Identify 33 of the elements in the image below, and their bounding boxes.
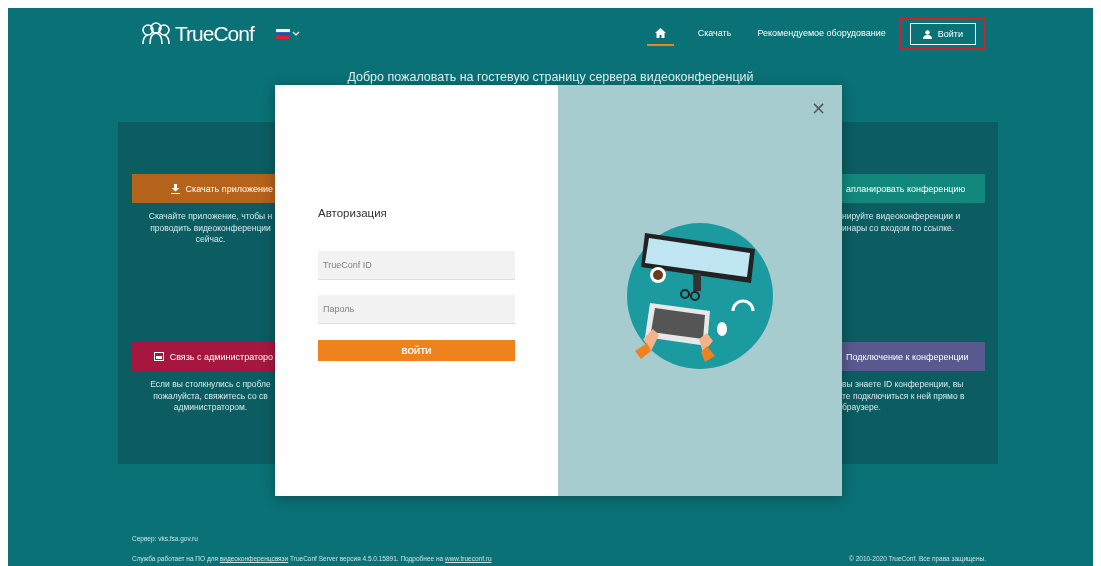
action-button[interactable]: апланировать конференцию [842, 174, 985, 203]
login-submit-button[interactable]: ВОЙТИ [318, 340, 515, 361]
close-button[interactable]: × [810, 99, 826, 117]
action-button[interactable]: Подключение к конференции [842, 342, 985, 371]
card-description: проводить видеоконференции [150, 222, 271, 234]
input-field[interactable]: Пароль [318, 295, 515, 324]
action-button[interactable]: Связь с администраторо [132, 342, 275, 371]
input-field[interactable]: TrueConf ID [318, 251, 515, 280]
card-description: инары со входом по ссылке. [842, 222, 955, 234]
nav-link[interactable]: Рекомендуемое оборудование [755, 22, 888, 46]
welcome-title: Добро пожаловать на гостевую страницу сервера видеоконференций [347, 70, 754, 86]
logo-icon [140, 22, 172, 46]
card-description: пожалуйста, свяжитесь со св [153, 390, 268, 402]
card-description: браузере. [842, 402, 881, 414]
chevron-down-icon [291, 31, 300, 37]
home-icon [654, 28, 666, 38]
card-description: сейчас. [195, 234, 226, 246]
flag-icon [275, 29, 290, 39]
form-title: Авторизация [318, 207, 388, 219]
card-description: вы знаете ID конференции, вы [842, 379, 964, 391]
login-button[interactable]: Войти [909, 23, 976, 45]
card-icon [153, 352, 164, 361]
card-description: те подключиться к ней прямо в [842, 390, 965, 402]
user-icon [922, 29, 932, 39]
logo-text: TrueConf [175, 22, 254, 46]
card-description: Если вы столкнулись с пробле [150, 379, 271, 391]
download-icon [170, 183, 180, 194]
card-description: нируйте видеоконференции и [842, 211, 961, 223]
language-selector[interactable] [275, 29, 300, 39]
nav-link[interactable]: Скачать [695, 22, 734, 46]
action-button[interactable]: Скачать приложение [132, 174, 275, 203]
card-description: Скачайте приложение, чтобы н [148, 211, 273, 223]
card-description: администратором. [173, 402, 248, 414]
